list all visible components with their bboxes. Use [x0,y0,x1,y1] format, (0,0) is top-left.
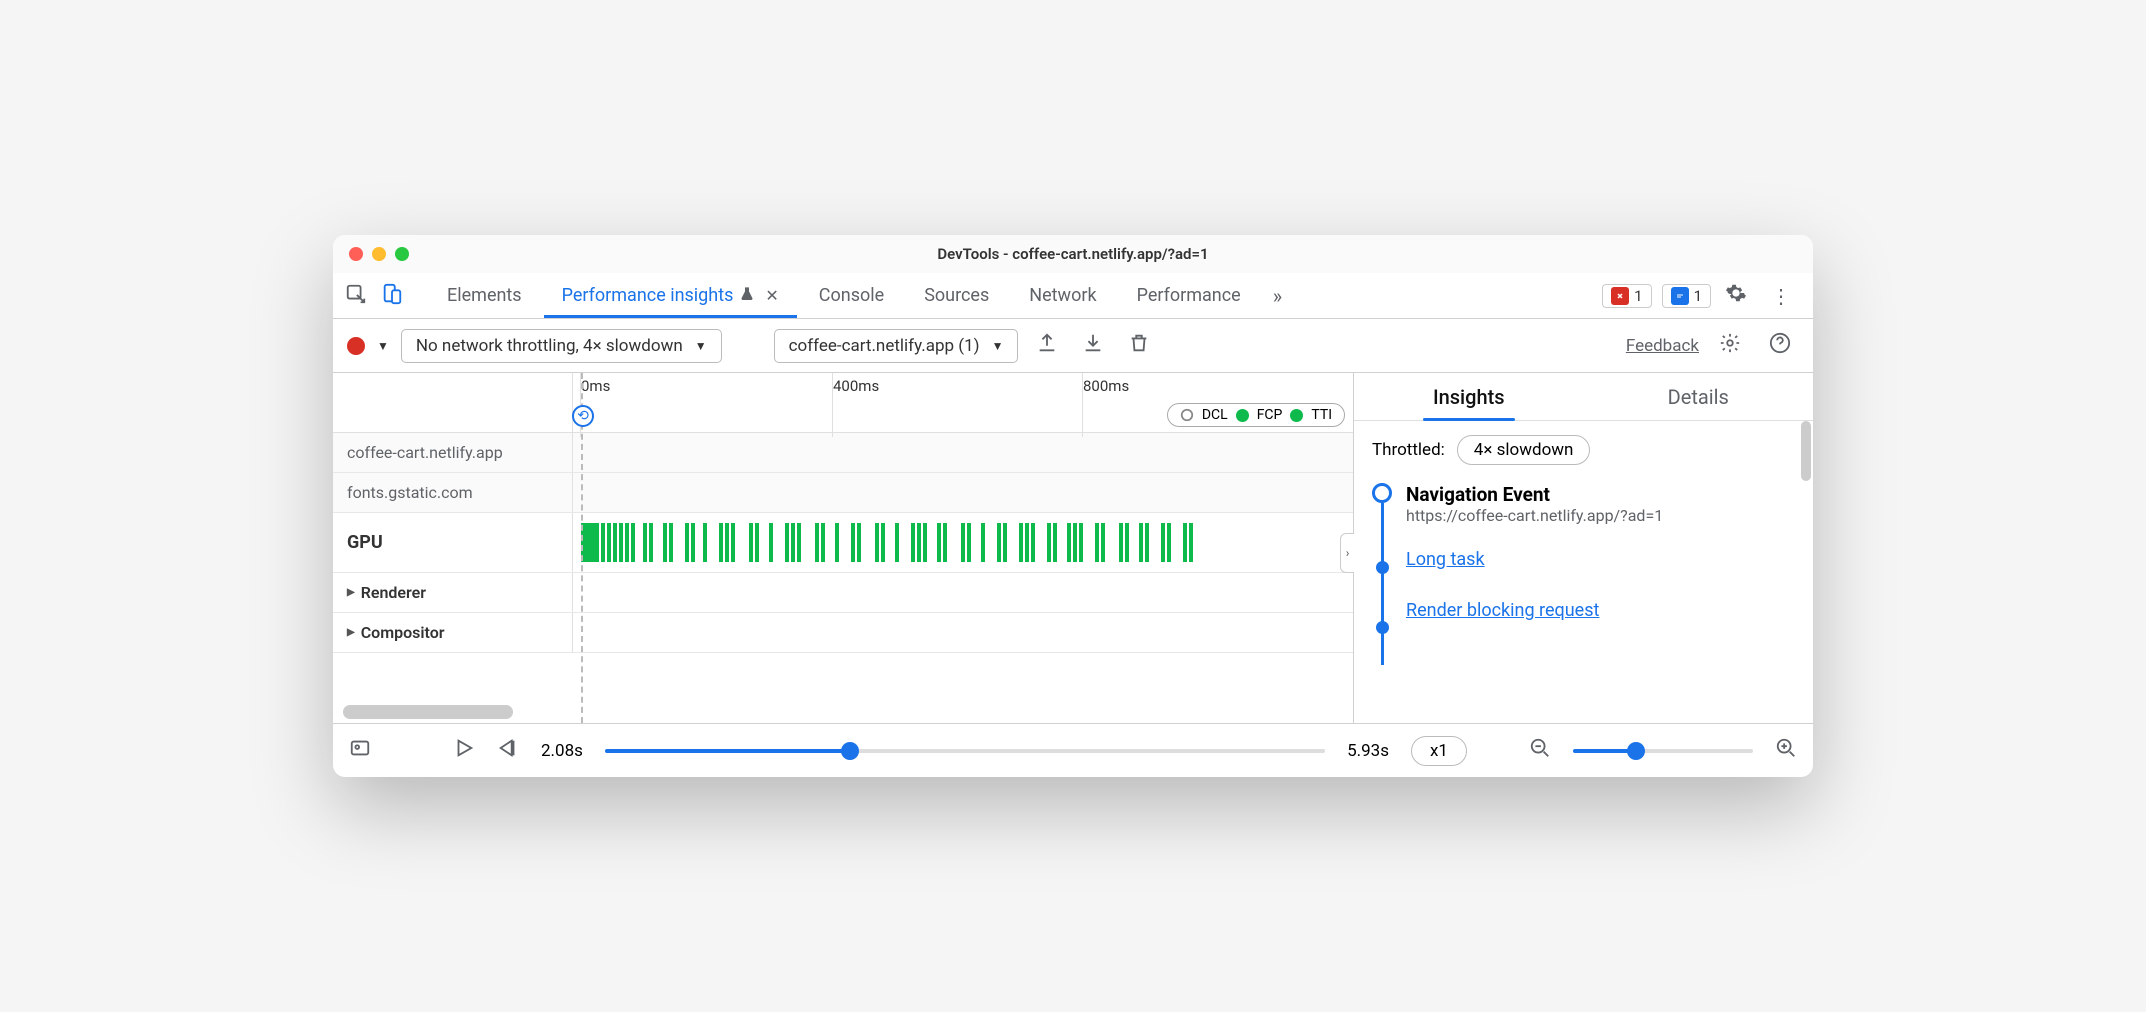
compositor-track-row[interactable]: ▶ Compositor [333,613,1353,653]
insights-toolbar: ▼ No network throttling, 4× slowdown ▼ c… [333,319,1813,373]
message-icon [1671,287,1689,305]
insight-link-render-blocking[interactable]: Render blocking request [1406,600,1795,621]
recording-dropdown[interactable]: coffee-cart.netlify.app (1) ▼ [774,329,1019,363]
insights-rail [1372,483,1392,651]
maximize-window-button[interactable] [395,247,409,261]
network-host-label: coffee-cart.netlify.app [347,443,503,462]
tab-performance-insights[interactable]: Performance insights ✕ [544,273,797,318]
tab-details[interactable]: Details [1584,373,1814,420]
record-button[interactable] [347,337,365,355]
error-icon [1611,287,1629,305]
navigation-event-marker [1372,483,1392,503]
screenshot-toggle-icon[interactable] [349,737,371,764]
zoom-in-icon[interactable] [1775,737,1797,764]
tab-insights[interactable]: Insights [1354,373,1584,420]
help-icon[interactable] [1761,332,1799,359]
zoom-out-icon[interactable] [1529,737,1551,764]
rewind-icon[interactable] [497,737,519,764]
insight-marker [1376,621,1389,634]
tab-elements[interactable]: Elements [429,273,540,318]
timeline-ruler[interactable]: 0ms 400ms 800ms DCL FCP TTI [333,373,1353,433]
network-track-row[interactable]: coffee-cart.netlify.app [333,433,1353,473]
chevron-down-icon: ▼ [992,339,1004,353]
slider-thumb[interactable] [841,742,859,760]
gpu-activity [581,523,1353,562]
messages-badge[interactable]: 1 [1662,284,1711,308]
insights-panel: › Insights Details Throttled: 4× slowdow… [1353,373,1813,723]
timeline-pane: 0ms 400ms 800ms DCL FCP TTI coffee-cart.… [333,373,1353,723]
navigation-event-url: https://coffee-cart.netlify.app/?ad=1 [1406,506,1795,525]
settings-icon[interactable] [1715,282,1757,309]
close-tab-icon[interactable]: ✕ [765,286,778,305]
renderer-track-label: Renderer [361,583,426,602]
expand-triangle-icon[interactable]: ▶ [347,587,355,598]
playback-start-time: 2.08s [541,741,583,761]
record-options-dropdown[interactable]: ▼ [377,339,389,353]
gpu-track-label: GPU [347,532,383,553]
dot-icon [1236,409,1249,422]
close-window-button[interactable] [349,247,363,261]
throttled-label: Throttled: [1372,440,1445,460]
flask-icon [739,286,755,306]
time-tick: 800ms [1083,377,1129,395]
throttle-value-pill[interactable]: 4× slowdown [1457,435,1591,465]
metrics-legend[interactable]: DCL FCP TTI [1167,403,1345,427]
export-icon[interactable] [1030,332,1064,359]
inspect-icon[interactable] [345,283,367,309]
panel-settings-icon[interactable] [1711,332,1749,359]
chevron-down-icon: ▼ [695,339,707,353]
time-tick: 400ms [833,377,879,395]
feedback-link[interactable]: Feedback [1626,336,1699,356]
main-tabbar: Elements Performance insights ✕ Console … [333,273,1813,319]
insights-tabs: Insights Details [1354,373,1813,421]
horizontal-scrollbar[interactable] [343,705,513,719]
network-host-label: fonts.gstatic.com [347,483,473,502]
traffic-lights [349,247,409,261]
dot-icon [1290,409,1303,422]
time-tick: 0ms [581,377,610,395]
devtools-window: DevTools - coffee-cart.netlify.app/?ad=1… [333,235,1813,777]
playhead[interactable]: ⟲ [581,373,583,723]
gpu-track-row[interactable]: GPU [333,513,1353,573]
collapse-panel-button[interactable]: › [1340,533,1354,573]
minimize-window-button[interactable] [372,247,386,261]
navigation-event-title: Navigation Event [1406,483,1795,506]
playback-speed[interactable]: x1 [1411,736,1467,766]
error-badge[interactable]: 1 [1602,284,1651,308]
playback-end-time: 5.93s [1347,741,1389,761]
more-tabs-icon[interactable]: » [1263,284,1292,308]
network-track-row[interactable]: fonts.gstatic.com [333,473,1353,513]
slider-thumb[interactable] [1627,742,1645,760]
throttling-dropdown[interactable]: No network throttling, 4× slowdown ▼ [401,329,722,363]
kebab-menu-icon[interactable]: ⋮ [1761,284,1801,308]
delete-icon[interactable] [1122,332,1156,359]
titlebar: DevTools - coffee-cart.netlify.app/?ad=1 [333,235,1813,273]
vertical-scrollbar[interactable] [1801,421,1811,481]
window-title: DevTools - coffee-cart.netlify.app/?ad=1 [937,245,1208,263]
import-icon[interactable] [1076,332,1110,359]
tab-performance[interactable]: Performance [1119,273,1259,318]
insight-link-long-task[interactable]: Long task [1406,549,1795,570]
playhead-handle-icon[interactable]: ⟲ [572,405,594,427]
zoom-slider[interactable] [1573,749,1753,753]
device-toggle-icon[interactable] [381,283,403,309]
tab-network[interactable]: Network [1011,273,1114,318]
expand-triangle-icon[interactable]: ▶ [347,627,355,638]
compositor-track-label: Compositor [361,623,445,642]
playback-footer: 2.08s 5.93s x1 [333,723,1813,777]
renderer-track-row[interactable]: ▶ Renderer [333,573,1353,613]
throttle-status: Throttled: 4× slowdown [1372,435,1795,465]
playback-slider[interactable] [605,749,1325,753]
play-icon[interactable] [453,737,475,764]
tab-sources[interactable]: Sources [906,273,1007,318]
insight-marker [1376,561,1389,574]
tab-console[interactable]: Console [801,273,902,318]
main-content: 0ms 400ms 800ms DCL FCP TTI coffee-cart.… [333,373,1813,723]
